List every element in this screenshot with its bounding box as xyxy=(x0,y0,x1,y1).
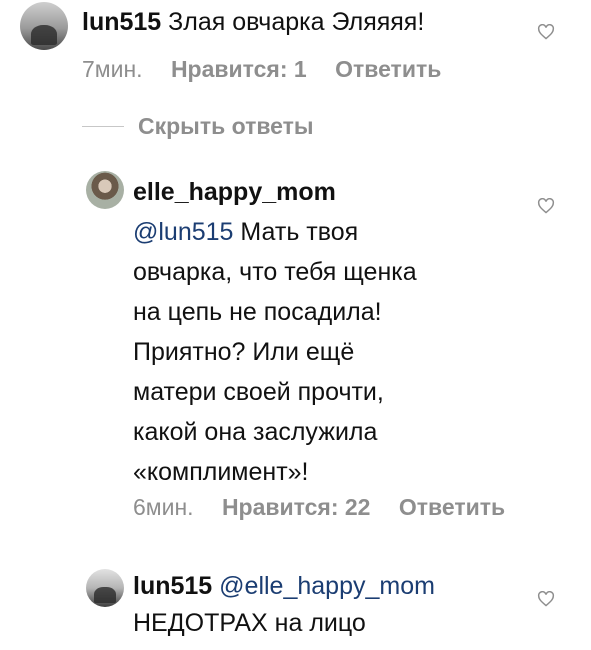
heart-icon[interactable] xyxy=(537,591,555,607)
reply-1-text: @lun515 Мать твоя овчарка, что тебя щенк… xyxy=(133,212,417,492)
comment-1-time: 7мин. xyxy=(82,56,143,82)
comment-1-reply-button[interactable]: Ответить xyxy=(335,56,441,82)
reply-1-time: 6мин. xyxy=(133,494,194,520)
reply-2-mention[interactable]: @elle_happy_mom xyxy=(219,572,435,600)
comment-1-meta: 7мин. Нравится: 1 Ответить xyxy=(82,56,463,83)
avatar-lun515[interactable] xyxy=(86,569,124,607)
comment-1: lun515 Злая овчарка Эляяяя! xyxy=(82,5,424,39)
heart-icon[interactable] xyxy=(537,24,555,40)
comment-1-likes[interactable]: Нравится: 1 xyxy=(171,56,307,82)
reply-1-meta: 6мин. Нравится: 22 Ответить xyxy=(133,494,527,521)
avatar-figure xyxy=(30,25,58,46)
divider xyxy=(82,126,124,127)
reply-1-line-2: овчарка, что тебя щенка xyxy=(133,258,417,286)
reply-1-line-3: на цепь не посадила! xyxy=(133,298,382,326)
comment-1-text: Злая овчарка Эляяяя! xyxy=(168,8,425,36)
reply-1-line-1: Мать твоя xyxy=(240,218,359,246)
reply-2-text: НЕДОТРАХ на лицо xyxy=(133,609,366,637)
comment-1-username[interactable]: lun515 xyxy=(82,8,161,36)
hide-replies-button[interactable]: Скрыть ответы xyxy=(82,113,314,140)
avatar-lun515[interactable] xyxy=(20,2,68,50)
reply-1-line-4: Приятно? Или ещё xyxy=(133,338,355,366)
reply-1-likes[interactable]: Нравится: 22 xyxy=(222,494,371,520)
avatar-elle-happy-mom[interactable] xyxy=(86,171,124,209)
reply-1-mention[interactable]: @lun515 xyxy=(133,218,233,246)
avatar-figure xyxy=(94,587,116,604)
reply-1-line-6: какой она заслужила xyxy=(133,418,378,446)
reply-1-reply-button[interactable]: Ответить xyxy=(399,494,505,520)
reply-2-header: lun515 @elle_happy_mom xyxy=(133,569,435,603)
reply-2-username[interactable]: lun515 xyxy=(133,572,212,600)
reply-1-username[interactable]: elle_happy_mom xyxy=(133,175,336,209)
reply-1-line-7: «комплимент»! xyxy=(133,458,309,486)
reply-1-line-5: матери своей прочти, xyxy=(133,378,384,406)
hide-replies-label: Скрыть ответы xyxy=(138,113,314,139)
heart-icon[interactable] xyxy=(537,198,555,214)
